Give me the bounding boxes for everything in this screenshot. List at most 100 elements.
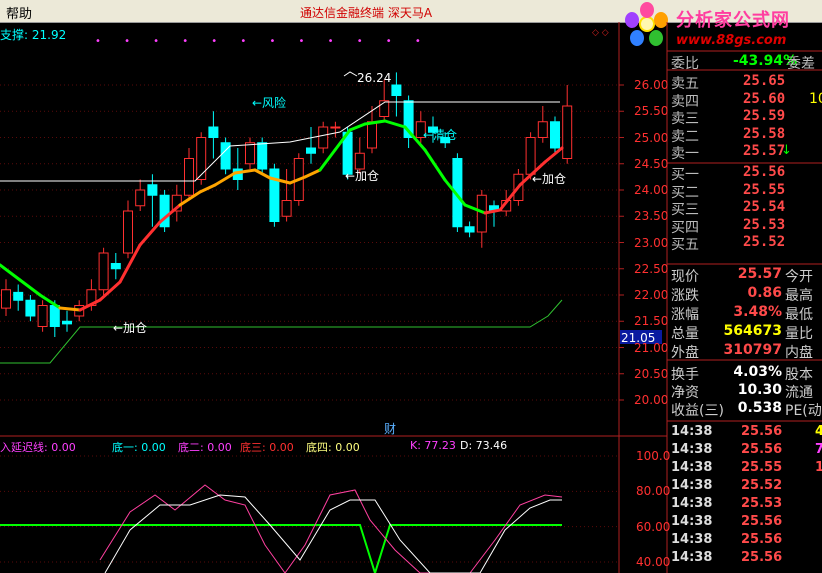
stat-row: 总量 564673 量比 — [671, 323, 813, 342]
candle-body — [49, 305, 60, 327]
price-tick: 20.50 — [634, 366, 669, 381]
tick-row: 14:38 25.56 7 — [671, 442, 822, 457]
order-ratio-row: 委比 -43.94% 委差 — [669, 53, 822, 72]
candle-body — [147, 184, 158, 196]
stat-row: 净资 10.30 流通 — [671, 382, 813, 401]
signal-dots: • • • • • • • • • • • • — [95, 36, 431, 47]
tick-row: 14:38 25.52 — [671, 478, 783, 493]
tick-row: 14:38 25.56 — [671, 514, 783, 529]
add-annotation: ←加仓 — [113, 321, 148, 335]
price-tick: 22.00 — [634, 288, 669, 302]
order-diff-label: 委差 — [787, 56, 815, 72]
indicator-tick: 100.0 — [636, 449, 671, 463]
ma-segment — [303, 168, 322, 179]
stat-row: 现价 25.57 今开 — [671, 266, 813, 285]
candle-body — [257, 142, 268, 170]
candle-body — [550, 121, 560, 149]
order-book-row: 卖三 25.59 — [671, 108, 786, 128]
ma-segment — [198, 183, 217, 194]
k-line — [99, 484, 563, 573]
candle-body — [525, 137, 536, 175]
indicator-legend-item: K: 77.23 — [410, 439, 456, 452]
candle-body — [318, 126, 329, 149]
candle-body — [184, 158, 194, 196]
candle-body — [110, 263, 121, 270]
candle-body — [367, 121, 377, 149]
price-tick: 23.00 — [634, 235, 669, 250]
order-book-row: 卖五 25.65 — [671, 73, 786, 92]
ma-segment — [423, 148, 447, 182]
resistance-line — [0, 101, 560, 182]
green-indicator-line — [0, 524, 562, 573]
add-annotation: ←加仓 — [532, 172, 567, 186]
candle-body — [330, 126, 341, 129]
support-label: 支撑: 21.92 — [0, 28, 67, 42]
ma-segment — [483, 208, 502, 215]
price-tick: 26.00 — [634, 78, 669, 92]
ma-segment — [348, 122, 367, 132]
stat-row: 换手 4.03% 股本 — [671, 364, 813, 383]
tick-row: 14:38 25.53 — [671, 496, 783, 511]
ma-segment — [213, 171, 237, 187]
price-tick: 23.50 — [634, 209, 669, 224]
order-book-row: 卖四25.6010 — [671, 90, 822, 110]
candle-body — [562, 105, 573, 159]
ma-segment — [318, 148, 337, 172]
clear-annotation: ←清仓 — [423, 128, 458, 142]
ma-segment — [58, 306, 82, 312]
indicator-legend-item: 底四: 0.00 — [306, 441, 360, 454]
price-tick: 21.50 — [634, 314, 669, 329]
indicator-legend-item: 底一: 0.00 — [112, 441, 166, 454]
order-ratio-label: 委比 — [671, 56, 699, 72]
tick-row: 14:38 25.56 — [671, 532, 783, 547]
candle-body — [391, 84, 402, 96]
stat-row: 外盘 310797 内盘 — [671, 342, 813, 361]
window-controls[interactable]: ◇ ◇ — [592, 28, 609, 38]
candle-body — [281, 200, 292, 217]
price-tick: 25.00 — [634, 130, 669, 145]
price-tick: 22.50 — [634, 261, 669, 276]
order-book-row: 买三 25.54 — [671, 199, 786, 219]
indicator-tick: 60.00 — [636, 519, 671, 534]
candle-body — [13, 291, 24, 301]
tick-row: 14:3825.5512 — [671, 460, 822, 475]
candle-body — [306, 147, 316, 154]
candle-body — [464, 226, 475, 233]
stat-row: 涨跌 0.86 最高 — [671, 285, 813, 304]
candle-body — [135, 189, 146, 207]
ma-segment — [543, 146, 564, 164]
candle-body — [123, 210, 133, 254]
price-tick: 24.00 — [634, 183, 669, 197]
d-line — [104, 494, 562, 573]
add-annotation: ←加仓 — [345, 169, 380, 183]
stat-row: 涨幅 3.48% 最低 — [671, 304, 813, 323]
ma-segment — [383, 119, 407, 129]
order-book-row: 买四 25.53 — [671, 216, 786, 236]
order-book-row: 买五 25.52 — [671, 234, 786, 254]
price-tick: 25.50 — [634, 104, 669, 119]
indicator-tick: 80.00 — [636, 484, 671, 499]
risk-annotation: ←风险 — [252, 96, 287, 110]
ma-segment — [0, 263, 22, 282]
stat-row: 收益(三) 0.538 PE(动 — [671, 400, 822, 419]
order-book-row: 买一 25.56 — [671, 164, 786, 183]
down-arrow-icon: ↓ — [781, 143, 792, 159]
candle-body — [208, 126, 219, 138]
indicator-legend-item: 入延迟线: 0.00 — [0, 441, 76, 454]
ma-segment — [138, 220, 162, 247]
candle-body — [196, 137, 207, 180]
candle-body — [25, 299, 36, 317]
indicator-legend-item: D: 73.46 — [460, 439, 508, 452]
tick-row: 14:38 25.56 4 — [671, 424, 822, 439]
order-book-row: 卖一 25.57 ↓ — [671, 143, 792, 163]
order-book-row: 卖二 25.58 — [671, 125, 786, 145]
tick-row: 14:38 25.56 — [671, 550, 783, 565]
candle-body — [1, 289, 11, 309]
candle-body — [537, 121, 548, 138]
candle-body — [98, 252, 109, 291]
finance-marker[interactable]: 财 — [384, 420, 396, 437]
indicator-legend-item: 底二: 0.00 — [178, 441, 232, 454]
current-price-tag: 21.05 — [621, 331, 656, 345]
price-tick: 24.50 — [634, 156, 669, 171]
candle-body — [245, 142, 255, 165]
